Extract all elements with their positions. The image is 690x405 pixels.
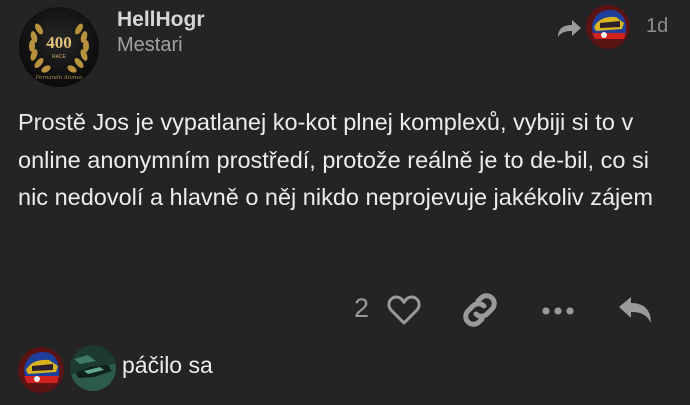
liker-avatar[interactable] [18, 347, 64, 393]
helmet-icon [18, 347, 64, 393]
helmet-icon [586, 5, 630, 49]
reply-to-avatar[interactable] [586, 5, 630, 49]
author-username[interactable]: HellHogr [117, 8, 205, 32]
ellipsis-icon[interactable] [540, 301, 576, 321]
like-count[interactable]: 2 [354, 293, 369, 324]
laurel-wreath-logo: 400 RACE Fernando Alonso [29, 23, 89, 81]
liker-avatar[interactable] [70, 345, 116, 391]
post-date[interactable]: 1d [646, 15, 668, 38]
post-body: Prostě Jos je vypatlanej ko-kot plnej ko… [18, 109, 653, 210]
avatar-signature: Fernando Alonso [34, 75, 83, 81]
avatar-word: RACE [52, 54, 67, 60]
race-car-icon [70, 345, 116, 391]
author-avatar[interactable]: 400 RACE Fernando Alonso [19, 7, 99, 87]
heart-icon[interactable] [387, 294, 421, 326]
reply-to-arrow-icon[interactable] [555, 17, 583, 39]
link-icon[interactable] [462, 292, 498, 328]
avatar-number: 400 [46, 33, 72, 52]
reply-icon[interactable] [617, 295, 653, 325]
liked-by-text: páčilo sa [122, 352, 213, 378]
author-title: Mestari [117, 34, 183, 56]
